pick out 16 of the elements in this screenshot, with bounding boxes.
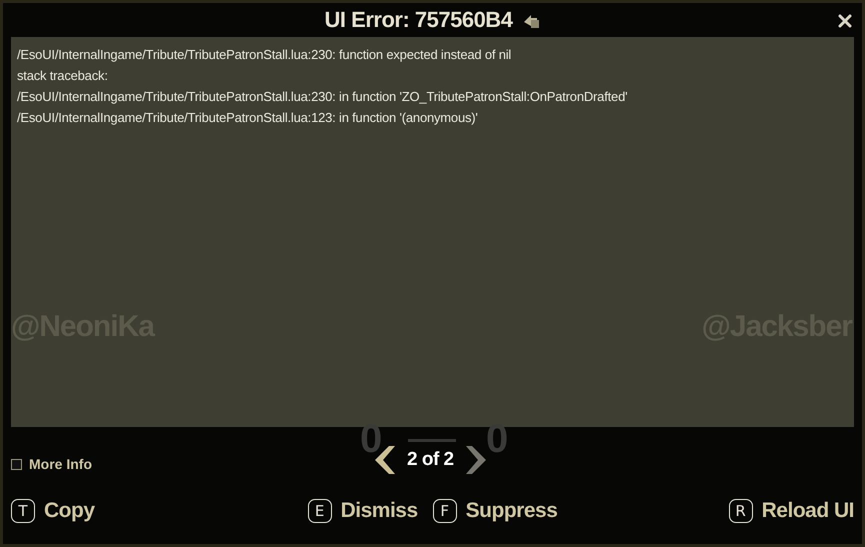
error-line: /EsoUI/InternalIngame/Tribute/TributePatronStall.lua:230: in function 'ZO_TributePatronStall:OnPatronDrafted' bbox=[17, 88, 628, 106]
action-button[interactable]: R Reload UI bbox=[728, 499, 854, 523]
action-button[interactable]: E Dismiss bbox=[308, 499, 418, 523]
error-line: /EsoUI/InternalIngame/Tribute/TributePatronStall.lua:123: in function '(anonymous)' bbox=[17, 109, 479, 127]
page-counter: 2 of 2 bbox=[407, 449, 454, 471]
key-hint: T bbox=[11, 499, 35, 523]
more-info-checkbox[interactable]: More Info bbox=[11, 456, 92, 472]
error-line: stack traceback: bbox=[17, 67, 109, 85]
key-hint: F bbox=[432, 499, 457, 523]
window-title: UI Error: 757560B4 bbox=[324, 7, 512, 33]
close-icon[interactable] bbox=[838, 14, 852, 28]
error-line: /EsoUI/InternalIngame/Tribute/TributePatronStall.lua:230: function expected instead of nil bbox=[17, 46, 512, 64]
action-button[interactable]: F Suppress bbox=[432, 499, 558, 523]
action-button[interactable]: T Copy bbox=[11, 499, 94, 523]
key-hint: E bbox=[308, 499, 332, 523]
key-hint: R bbox=[728, 499, 753, 523]
